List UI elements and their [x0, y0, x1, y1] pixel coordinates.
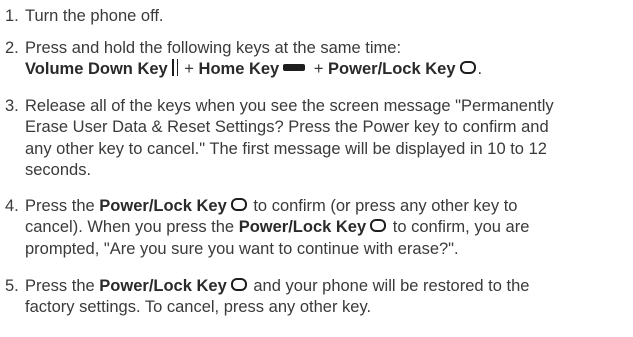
power-lock-key-icon — [459, 61, 476, 75]
power-lock-key-label: Power/Lock Key — [238, 218, 367, 237]
step-5: 5. Press the Power/Lock Key and your pho… — [5, 276, 629, 319]
power-lock-key-icon — [230, 278, 247, 292]
volume-down-key-label: Volume Down Key — [25, 60, 168, 79]
step-text-line: Erase User Data & Reset Settings? Press … — [25, 118, 549, 137]
text: to confirm (or press any other key to — [248, 197, 518, 215]
step-number: 4. — [5, 197, 19, 215]
text: Press the — [25, 277, 100, 295]
text: Press the — [25, 197, 100, 215]
step-2: 2. Press and hold the following keys at … — [5, 38, 629, 81]
step-number: 2. — [5, 39, 19, 57]
power-lock-key-icon — [370, 219, 387, 233]
power-lock-key-label: Power/Lock Key — [99, 277, 227, 295]
volume-down-key-icon — [171, 59, 178, 77]
text: cancel). When you press the — [25, 218, 239, 237]
power-lock-key-label: Power/Lock Key — [99, 197, 227, 215]
plus-sign: + — [309, 60, 329, 79]
step-3: 3. Release all of the keys when you see … — [5, 96, 629, 181]
step-text-line: seconds. — [25, 160, 92, 179]
instructions-document: 1. Turn the phone off. 2. Press and hold… — [0, 0, 633, 337]
power-lock-key-label: Power/Lock Key — [328, 60, 456, 79]
step-text-line: prompted, "Are you sure you want to cont… — [25, 239, 459, 258]
step-text-line: cancel). When you press the Power/Lock K… — [25, 217, 629, 238]
period: . — [477, 60, 483, 79]
step-1: 1. Turn the phone off. — [5, 6, 629, 27]
text: to confirm, you are — [388, 218, 530, 237]
step-text-line: Release all of the keys when you see the… — [25, 97, 554, 115]
step-text: Press and hold the following keys at the… — [25, 39, 402, 57]
step-text-line: factory settings. To cancel, press any o… — [25, 298, 372, 317]
home-key-label: Home Key — [198, 60, 280, 79]
step-text-line: Press the Power/Lock Key to confirm (or … — [25, 196, 629, 217]
step-text: Turn the phone off. — [25, 7, 164, 25]
step-text-line: Press the Power/Lock Key and your phone … — [25, 276, 629, 297]
step-text-line: any other key to cancel." The first mess… — [25, 139, 547, 158]
step-number: 3. — [5, 97, 19, 115]
home-key-icon — [283, 64, 306, 72]
plus-sign: + — [179, 60, 199, 79]
key-combination: Volume Down Key + Home Key + Power/Lock … — [25, 59, 629, 80]
power-lock-key-icon — [230, 198, 247, 212]
step-4: 4. Press the Power/Lock Key to confirm (… — [5, 196, 629, 260]
step-number: 5. — [5, 277, 19, 295]
step-number: 1. — [5, 7, 19, 25]
text: and your phone will be restored to the — [248, 277, 530, 295]
